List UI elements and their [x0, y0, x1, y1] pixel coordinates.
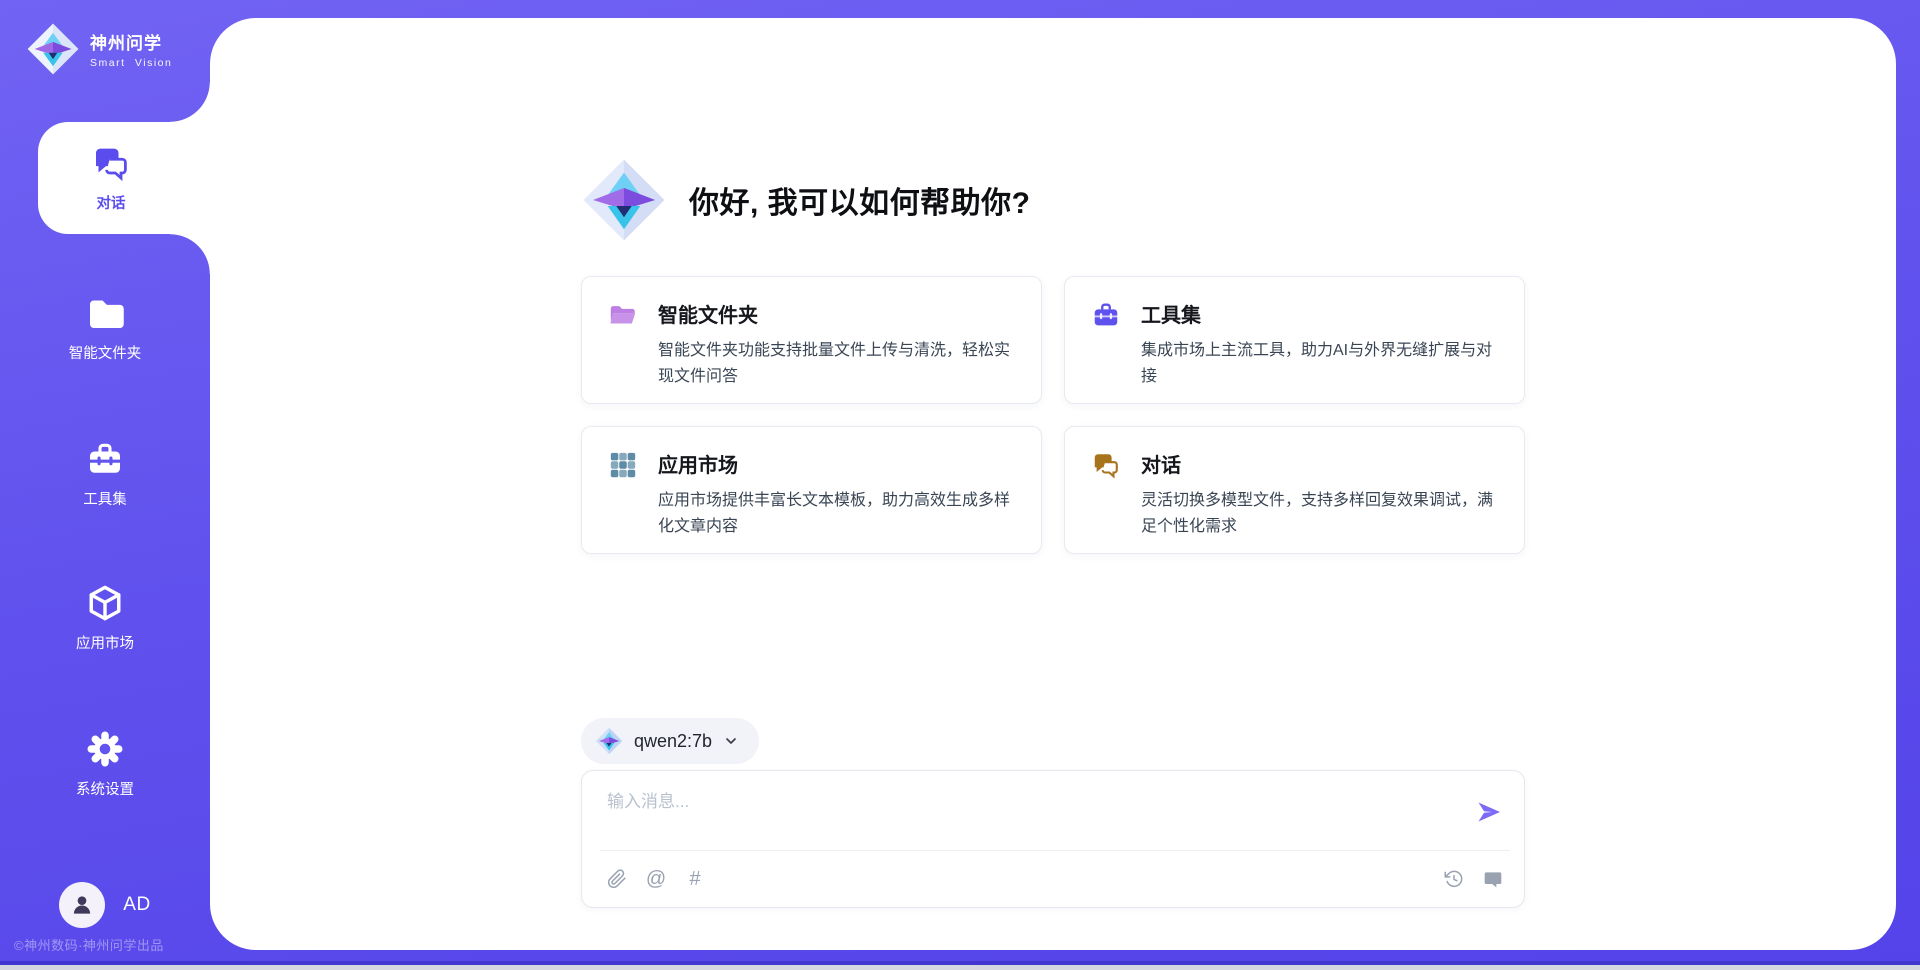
page-bottom-edge: [0, 965, 1920, 970]
message-composer: @ #: [581, 770, 1525, 908]
cube-icon: [85, 583, 125, 623]
model-logo-icon: [595, 727, 623, 755]
sidebar-item-label: 工具集: [83, 488, 127, 509]
app-name: 神州问学: [90, 29, 172, 54]
card-desc: 智能文件夹功能支持批量文件上传与清洗，轻松实现文件问答: [658, 338, 1025, 390]
sidebar-item-toolset[interactable]: 工具集: [0, 418, 210, 530]
card-desc: 集成市场上主流工具，助力AI与外界无缝扩展与对接: [1141, 338, 1508, 390]
send-icon[interactable]: [1476, 799, 1502, 825]
hash-icon[interactable]: #: [684, 868, 706, 890]
folder-icon: [85, 293, 125, 333]
history-icon[interactable]: [1443, 868, 1465, 890]
apps-grid-icon: [608, 450, 638, 480]
greeting-title: 你好, 我可以如何帮助你?: [689, 178, 1031, 222]
sidebar-item-label: 智能文件夹: [69, 342, 142, 363]
card-desc: 应用市场提供丰富长文本模板，助力高效生成多样化文章内容: [658, 488, 1025, 540]
sidebar-item-smart-folder[interactable]: 智能文件夹: [0, 272, 210, 384]
app-logo-icon: [581, 156, 667, 244]
sidebar-item-settings[interactable]: 系统设置: [0, 708, 210, 820]
app-logo: 神州问学 Smart Vision: [26, 22, 172, 76]
message-input[interactable]: [607, 787, 1457, 841]
person-icon: [69, 892, 95, 918]
app-logo-icon: [26, 22, 80, 76]
briefcase-icon: [1091, 300, 1121, 330]
user-profile[interactable]: AD: [0, 882, 210, 928]
chat-bubble-icon[interactable]: [1482, 868, 1504, 890]
sidebar: 神州问学 Smart Vision 对话 智能文件夹: [0, 0, 210, 970]
avatar: [59, 882, 105, 928]
at-sign-icon[interactable]: @: [645, 868, 667, 890]
sidebar-item-label: 系统设置: [76, 778, 134, 799]
card-toolset[interactable]: 工具集 集成市场上主流工具，助力AI与外界无缝扩展与对接: [1064, 276, 1525, 404]
sidebar-item-label: 对话: [97, 192, 126, 213]
chat-icon: [1091, 450, 1121, 480]
card-title: 智能文件夹: [658, 299, 1025, 328]
chevron-down-icon: [723, 733, 739, 749]
composer-toolbar: @ #: [606, 863, 1504, 895]
card-title: 对话: [1141, 449, 1508, 478]
briefcase-icon: [85, 439, 125, 479]
card-title: 工具集: [1141, 299, 1508, 328]
main-panel: 你好, 我可以如何帮助你? 智能文件夹 智能文件夹功能支持批量文件上传与清洗，轻…: [210, 18, 1896, 950]
user-label: AD: [123, 894, 150, 916]
model-selector[interactable]: qwen2:7b: [581, 718, 759, 764]
feature-cards: 智能文件夹 智能文件夹功能支持批量文件上传与清洗，轻松实现文件问答 工具集 集成…: [581, 276, 1525, 554]
copyright-footer: ©神州数码·神州问学出品: [14, 935, 164, 954]
greeting: 你好, 我可以如何帮助你?: [581, 156, 1031, 244]
model-name: qwen2:7b: [634, 731, 712, 752]
composer-divider: [600, 850, 1510, 851]
card-desc: 灵活切换多模型文件，支持多样回复效果调试，满足个性化需求: [1141, 488, 1508, 540]
card-smart-folder[interactable]: 智能文件夹 智能文件夹功能支持批量文件上传与清洗，轻松实现文件问答: [581, 276, 1042, 404]
folder-open-icon: [608, 300, 638, 330]
sidebar-item-label: 应用市场: [76, 632, 134, 653]
app-subtitle: Smart Vision: [90, 57, 172, 69]
card-title: 应用市场: [658, 449, 1025, 478]
card-app-market[interactable]: 应用市场 应用市场提供丰富长文本模板，助力高效生成多样化文章内容: [581, 426, 1042, 554]
paperclip-icon[interactable]: [606, 868, 628, 890]
sidebar-item-chat[interactable]: 对话: [38, 122, 210, 234]
sidebar-item-app-market[interactable]: 应用市场: [0, 562, 210, 674]
card-chat[interactable]: 对话 灵活切换多模型文件，支持多样回复效果调试，满足个性化需求: [1064, 426, 1525, 554]
gear-icon: [85, 729, 125, 769]
chat-icon: [91, 143, 131, 183]
